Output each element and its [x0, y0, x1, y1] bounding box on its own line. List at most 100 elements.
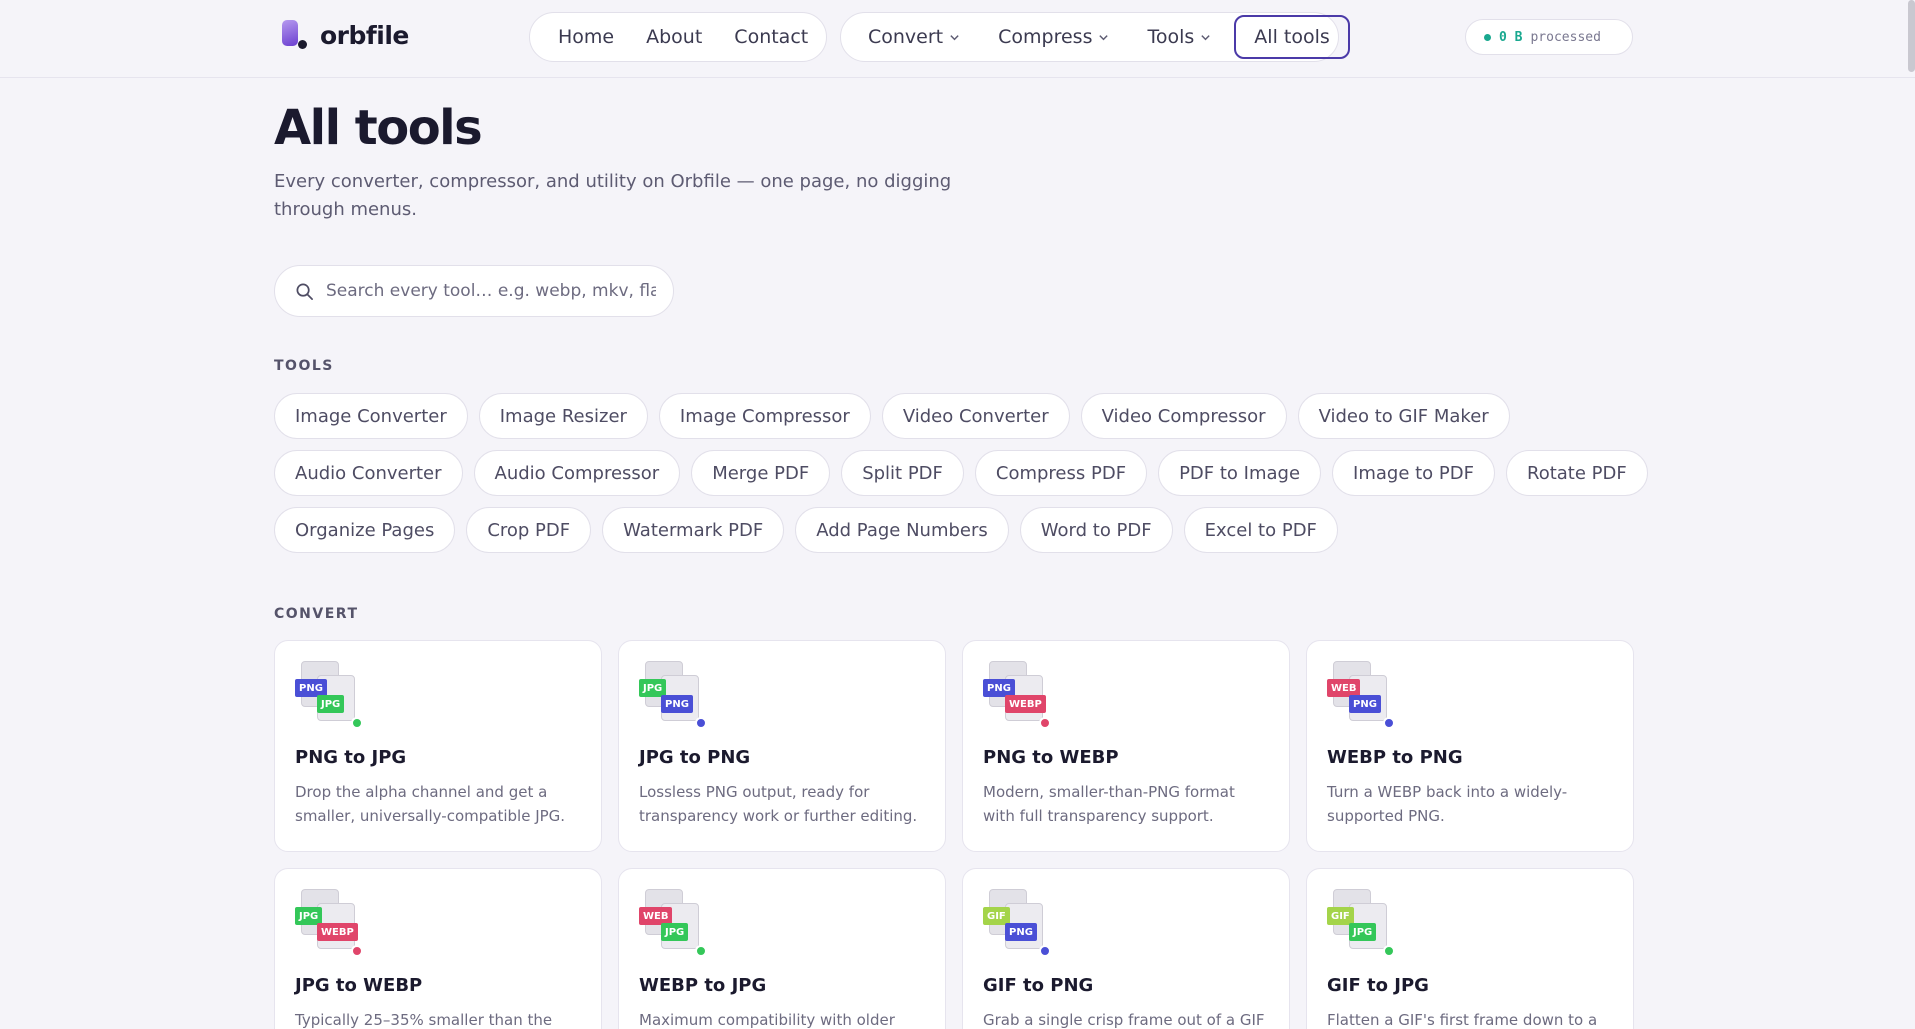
to-format-tag: JPG: [1349, 923, 1377, 941]
file-convert-icon: GIF PNG: [983, 889, 1053, 967]
search-icon: [296, 283, 313, 300]
tool-card[interactable]: WEB PNG WEBP to PNG Turn a WEBP back int…: [1306, 640, 1634, 852]
search-box[interactable]: [274, 265, 674, 317]
tool-card[interactable]: PNG JPG PNG to JPG Drop the alpha channe…: [274, 640, 602, 852]
convert-badge-icon: [351, 717, 363, 729]
page-scrollbar[interactable]: [1908, 0, 1915, 72]
chip-audio-converter[interactable]: Audio Converter: [274, 450, 463, 496]
nav-convert-menu[interactable]: Convert: [847, 15, 977, 59]
file-convert-icon: PNG JPG: [295, 661, 365, 739]
nav-tools-menu[interactable]: Tools: [1126, 15, 1228, 59]
chip-row: Organize Pages Crop PDF Watermark PDF Ad…: [274, 507, 1694, 553]
chip-video-compressor[interactable]: Video Compressor: [1080, 393, 1287, 439]
nav-compress-menu[interactable]: Compress: [977, 15, 1126, 59]
convert-badge-icon: [351, 945, 363, 957]
logo-icon: [276, 18, 307, 52]
chip-split-pdf[interactable]: Split PDF: [841, 450, 964, 496]
tools-section-label: TOOLS: [274, 358, 334, 374]
nav-contact[interactable]: Contact: [712, 15, 826, 59]
chip-image-to-pdf[interactable]: Image to PDF: [1332, 450, 1495, 496]
page-title: All tools: [274, 100, 483, 156]
card-title: WEBP to PNG: [1327, 747, 1463, 768]
convert-badge-icon: [695, 945, 707, 957]
logo[interactable]: orbfile: [276, 18, 409, 52]
chip-compress-pdf[interactable]: Compress PDF: [974, 450, 1148, 496]
chip-organize-pages[interactable]: Organize Pages: [274, 507, 456, 553]
to-format-tag: PNG: [661, 695, 693, 713]
tool-card[interactable]: WEB JPG WEBP to JPG Maximum compatibilit…: [618, 868, 946, 1029]
chevron-down-icon: [1201, 34, 1210, 40]
chip-video-converter[interactable]: Video Converter: [881, 393, 1070, 439]
chip-crop-pdf[interactable]: Crop PDF: [466, 507, 592, 553]
card-description: Grab a single crisp frame out of a GIF a…: [983, 1011, 1265, 1029]
tool-card[interactable]: GIF PNG GIF to PNG Grab a single crisp f…: [962, 868, 1290, 1029]
file-convert-icon: JPG WEBP: [295, 889, 365, 967]
tool-chips: Image Converter Image Resizer Image Comp…: [274, 393, 1694, 564]
nav-tools-label: Tools: [1147, 26, 1195, 48]
chip-image-resizer[interactable]: Image Resizer: [478, 393, 648, 439]
to-format-tag: WEBP: [1005, 695, 1046, 713]
chip-merge-pdf[interactable]: Merge PDF: [691, 450, 831, 496]
nav-convert-label: Convert: [868, 26, 944, 48]
file-convert-icon: PNG WEBP: [983, 661, 1053, 739]
convert-badge-icon: [1039, 717, 1051, 729]
chip-row: Image Converter Image Resizer Image Comp…: [274, 393, 1694, 439]
chip-rotate-pdf[interactable]: Rotate PDF: [1506, 450, 1648, 496]
convert-badge-icon: [695, 717, 707, 729]
convert-cards: PNG JPG PNG to JPG Drop the alpha channe…: [274, 640, 1634, 1029]
nav-home[interactable]: Home: [536, 15, 624, 59]
nav-compress-label: Compress: [998, 26, 1093, 48]
tool-card[interactable]: JPG WEBP JPG to WEBP Typically 25–35% sm…: [274, 868, 602, 1029]
card-description: Maximum compatibility with older apps.: [639, 1011, 895, 1029]
primary-nav: Home About Contact: [529, 12, 827, 62]
page-subtitle: Every converter, compressor, and utility…: [274, 171, 952, 220]
card-description: Lossless PNG output, ready for transpare…: [639, 783, 918, 825]
card-description: Drop the alpha channel and get a smaller…: [295, 783, 566, 825]
to-format-tag: PNG: [1349, 695, 1381, 713]
chip-excel-to-pdf[interactable]: Excel to PDF: [1183, 507, 1338, 553]
processed-label: processed: [1530, 29, 1601, 45]
tools-nav: Convert Compress Tools All tools: [840, 12, 1350, 62]
search-input[interactable]: [326, 281, 656, 301]
file-convert-icon: JPG PNG: [639, 661, 709, 739]
chip-image-converter[interactable]: Image Converter: [274, 393, 468, 439]
chip-audio-compressor[interactable]: Audio Compressor: [473, 450, 681, 496]
tool-card[interactable]: JPG PNG JPG to PNG Lossless PNG output, …: [618, 640, 946, 852]
convert-badge-icon: [1383, 945, 1395, 957]
card-description: Modern, smaller-than-PNG format with ful…: [983, 783, 1235, 825]
card-description: Typically 25–35% smaller than the: [295, 1011, 553, 1029]
to-format-tag: JPG: [317, 695, 345, 713]
nav-about[interactable]: About: [624, 15, 712, 59]
convert-badge-icon: [1383, 717, 1395, 729]
status-dot-icon: [1484, 33, 1491, 41]
card-description: Flatten a GIF's first frame down to a: [1327, 1011, 1598, 1029]
processed-status: 0 B processed: [1465, 19, 1633, 55]
chip-add-page-numbers[interactable]: Add Page Numbers: [795, 507, 1009, 553]
chevron-down-icon: [1099, 34, 1109, 40]
tool-card[interactable]: PNG WEBP PNG to WEBP Modern, smaller-tha…: [962, 640, 1290, 852]
convert-section-label: CONVERT: [274, 606, 359, 622]
chip-video-to-gif[interactable]: Video to GIF Maker: [1297, 393, 1510, 439]
card-description: Turn a WEBP back into a widely-supported…: [1327, 783, 1568, 825]
file-convert-icon: WEB JPG: [639, 889, 709, 967]
card-title: GIF to PNG: [983, 975, 1094, 996]
card-title: WEBP to JPG: [639, 975, 767, 996]
nav-all-tools[interactable]: All tools: [1234, 15, 1350, 59]
site-header: orbfile Home About Contact Convert Compr…: [0, 0, 1915, 78]
processed-value: 0 B: [1499, 29, 1523, 45]
chip-watermark-pdf[interactable]: Watermark PDF: [602, 507, 785, 553]
chip-image-compressor[interactable]: Image Compressor: [658, 393, 871, 439]
card-title: JPG to WEBP: [295, 975, 423, 996]
to-format-tag: JPG: [661, 923, 689, 941]
chip-pdf-to-image[interactable]: PDF to Image: [1158, 450, 1322, 496]
card-title: GIF to JPG: [1327, 975, 1429, 996]
to-format-tag: WEBP: [317, 923, 358, 941]
file-convert-icon: GIF JPG: [1327, 889, 1397, 967]
tool-card[interactable]: GIF JPG GIF to JPG Flatten a GIF's first…: [1306, 868, 1634, 1029]
card-title: PNG to WEBP: [983, 747, 1119, 768]
chip-row: Audio Converter Audio Compressor Merge P…: [274, 450, 1694, 496]
chevron-down-icon: [950, 34, 959, 40]
convert-badge-icon: [1039, 945, 1051, 957]
card-title: PNG to JPG: [295, 747, 407, 768]
chip-word-to-pdf[interactable]: Word to PDF: [1019, 507, 1173, 553]
